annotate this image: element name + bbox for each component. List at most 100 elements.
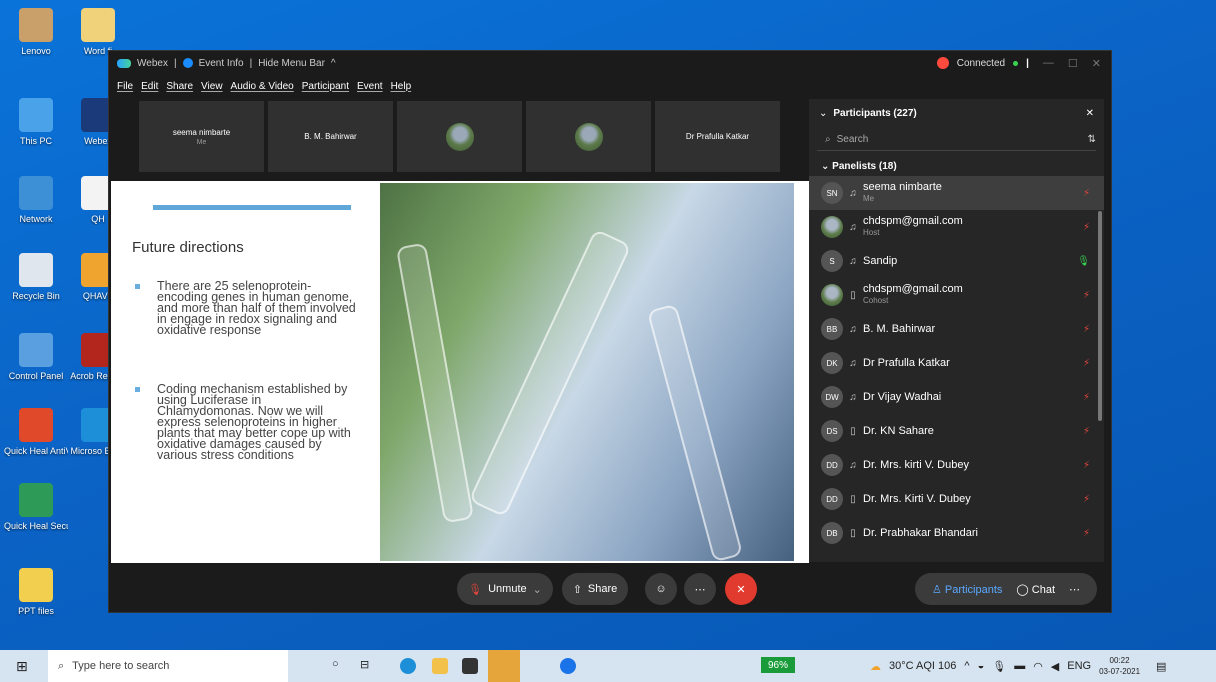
participant-row[interactable]: ♫ chdspm@gmail.com Host ⚡: [809, 210, 1104, 244]
share-button[interactable]: ⇧ Share: [562, 573, 628, 605]
desktop-icon[interactable]: Quick Heal AntiVirus Pro: [4, 408, 68, 457]
scrollbar[interactable]: [1098, 211, 1102, 421]
slide-bullets: There are 25 selenoprotein-encoding gene…: [131, 280, 359, 336]
mic-muted-icon[interactable]: ⚡: [1083, 358, 1090, 369]
clock[interactable]: 00:22 03-07-2021: [1099, 655, 1140, 677]
weather-text[interactable]: 30°C AQI 106: [889, 660, 956, 672]
title-right: Connected | — ☐ ✕: [936, 57, 1111, 70]
desktop-icon[interactable]: Recycle Bin: [4, 253, 68, 302]
weather-icon[interactable]: ☁: [870, 660, 881, 673]
menu-help[interactable]: Help: [391, 81, 412, 92]
participant-row[interactable]: DD ♫ Dr. Mrs. kirti V. Dubey ⚡: [809, 448, 1104, 482]
mic-muted-icon[interactable]: ⚡: [1083, 528, 1090, 539]
taskbar-search-input[interactable]: ⌕ Type here to search: [48, 650, 288, 682]
menu-bar: File Edit Share View Audio & Video Parti…: [109, 75, 1111, 97]
mic-muted-icon[interactable]: ⚡: [1083, 222, 1090, 233]
desktop-icon-label: PPT files: [18, 606, 54, 616]
windows-start-icon[interactable]: ⊞: [16, 658, 28, 675]
shared-slide: Future directions There are 25 selenopro…: [111, 181, 809, 563]
volume-icon[interactable]: ◀: [1051, 660, 1059, 673]
mic-muted-icon[interactable]: ⚡: [1083, 290, 1090, 301]
desktop-icon[interactable]: Control Panel: [4, 333, 68, 382]
desktop-icon[interactable]: This PC: [4, 98, 68, 147]
participant-row[interactable]: BB ♫ B. M. Bahirwar ⚡: [809, 312, 1104, 346]
chat-tab[interactable]: ◯ Chat: [1016, 583, 1055, 596]
cortana-icon[interactable]: ○: [332, 658, 339, 670]
mic-muted-icon[interactable]: ⚡: [1083, 460, 1090, 471]
desktop-icon[interactable]: PPT files: [4, 568, 68, 617]
video-tile[interactable]: B. M. Bahirwar: [268, 101, 393, 172]
sort-icon[interactable]: ⇅: [1088, 134, 1096, 145]
network-icon[interactable]: ◒: [978, 660, 985, 672]
hide-menu-bar-button[interactable]: Hide Menu Bar: [258, 58, 325, 69]
menu-view[interactable]: View: [201, 81, 223, 92]
mic-active-icon[interactable]: 🎙: [1077, 256, 1090, 267]
mic-muted-icon[interactable]: ⚡: [1083, 188, 1090, 199]
webex-taskbar-icon[interactable]: [488, 650, 520, 682]
participant-row[interactable]: DS ▯ Dr. KN Sahare ⚡: [809, 414, 1104, 448]
leave-meeting-button[interactable]: ✕: [725, 573, 757, 605]
battery-icon[interactable]: ▬: [1014, 660, 1025, 672]
video-tile[interactable]: Dr Prafulla Katkar: [655, 101, 780, 172]
file-explorer-icon[interactable]: [432, 658, 448, 674]
desktop-icon-label: This PC: [19, 136, 52, 146]
device-icon: ♫: [849, 187, 857, 199]
menu-audio-video[interactable]: Audio & Video: [231, 81, 294, 92]
desktop-icon[interactable]: Quick Heal Secure Br...: [4, 483, 68, 532]
minimize-icon[interactable]: —: [1043, 57, 1054, 69]
participant-name-block: Dr Vijay Wadhai: [863, 391, 941, 403]
mic-muted-icon[interactable]: ⚡: [1083, 494, 1090, 505]
desktop-icon-label: Network: [19, 214, 53, 224]
menu-event[interactable]: Event: [357, 81, 383, 92]
menu-edit[interactable]: Edit: [141, 81, 158, 92]
more-options-button[interactable]: ⋯: [684, 573, 716, 605]
event-info-button[interactable]: Event Info: [199, 58, 244, 69]
participant-row[interactable]: DK ♫ Dr Prafulla Katkar ⚡: [809, 346, 1104, 380]
menu-share[interactable]: Share: [166, 81, 193, 92]
unmute-button[interactable]: 🎙 Unmute ⌄: [457, 573, 553, 605]
menu-file[interactable]: File: [117, 81, 133, 92]
close-window-icon[interactable]: ✕: [1092, 57, 1101, 70]
notifications-icon[interactable]: ▤: [1156, 660, 1166, 673]
battery-indicator[interactable]: 96%: [761, 657, 795, 673]
mic-muted-icon[interactable]: ⚡: [1083, 324, 1090, 335]
participant-row[interactable]: DB ▯ Dr. Prabhakar Bhandari ⚡: [809, 516, 1104, 550]
chevron-up-icon[interactable]: ^: [331, 58, 336, 69]
chevron-up-icon[interactable]: ^: [964, 660, 969, 672]
language-indicator[interactable]: ENG: [1067, 660, 1091, 672]
mail-icon[interactable]: [462, 658, 478, 674]
wifi-icon[interactable]: ◠: [1033, 660, 1043, 673]
device-icon: ♫: [849, 255, 857, 267]
more-panels-icon[interactable]: ⋯: [1069, 583, 1080, 596]
participant-row[interactable]: DW ♫ Dr Vijay Wadhai ⚡: [809, 380, 1104, 414]
participants-tab[interactable]: ♙ Participants: [932, 583, 1002, 596]
video-tile[interactable]: seema nimbarte Me: [139, 101, 264, 172]
desktop-icon[interactable]: Lenovo: [4, 8, 68, 57]
menu-participant[interactable]: Participant: [302, 81, 349, 92]
recording-icon[interactable]: [936, 57, 949, 69]
chrome-icon[interactable]: [560, 658, 576, 674]
edge-icon[interactable]: [400, 658, 416, 674]
mic-muted-icon[interactable]: ⚡: [1083, 392, 1090, 403]
participant-row[interactable]: SN ♫ seema nimbarte Me ⚡: [809, 176, 1104, 210]
mic-muted-icon[interactable]: ⚡: [1083, 426, 1090, 437]
participant-row[interactable]: S ♫ Sandip 🎙: [809, 244, 1104, 278]
device-icon: ▯: [850, 493, 856, 505]
participant-row[interactable]: DD ▯ Dr. Mrs. Kirti V. Dubey ⚡: [809, 482, 1104, 516]
status-dot-icon: [1013, 60, 1019, 66]
maximize-icon[interactable]: ☐: [1068, 57, 1078, 70]
reactions-button[interactable]: ☺: [645, 573, 677, 605]
panelists-group[interactable]: ⌄ Panelists (18): [809, 153, 1104, 176]
video-tile[interactable]: [526, 101, 651, 172]
close-panel-icon[interactable]: ✕: [1086, 108, 1094, 119]
chevron-down-icon[interactable]: ⌄: [533, 583, 542, 596]
chevron-down-icon[interactable]: ⌄: [819, 108, 827, 119]
task-view-icon[interactable]: ⊟: [360, 658, 369, 671]
desktop-icon[interactable]: Network: [4, 176, 68, 225]
chat-bubble-icon: ◯: [1016, 583, 1029, 596]
video-tile[interactable]: [397, 101, 522, 172]
slide-bullets: Coding mechanism established by using Lu…: [131, 383, 359, 461]
participant-row[interactable]: ▯ chdspm@gmail.com Cohost ⚡: [809, 278, 1104, 312]
participant-search-input[interactable]: ⌕ Search ⇅: [817, 129, 1096, 151]
mic-icon[interactable]: 🎙: [992, 660, 1006, 673]
